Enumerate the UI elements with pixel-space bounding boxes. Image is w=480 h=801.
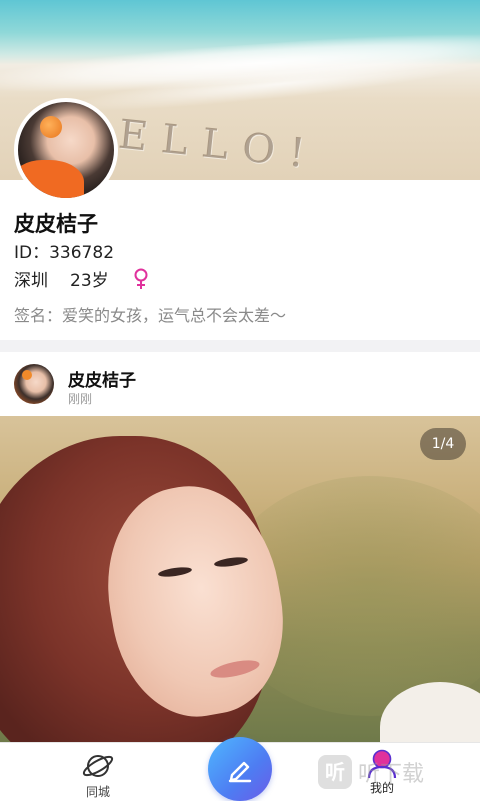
post-header: 皮皮桔子 刚刚	[0, 352, 480, 414]
profile-name: 皮皮桔子	[14, 212, 98, 236]
planet-icon	[70, 751, 126, 781]
watermark-text: 听下载	[358, 762, 425, 787]
watermark: 听 听下载	[318, 752, 424, 792]
profile-card: 皮皮桔子 ID：336782 深圳 23岁 签名：爱笑的女孩，运气总不会太差～	[0, 180, 480, 340]
watermark-logo-icon: 听	[318, 755, 352, 789]
female-icon	[131, 268, 151, 290]
profile-city: 深圳	[14, 271, 48, 291]
post-timestamp: 刚刚	[68, 392, 93, 406]
profile-id-label: ID：	[14, 243, 50, 263]
profile-avatar[interactable]	[14, 98, 118, 202]
avatar-shirt	[18, 160, 84, 198]
post-author-avatar[interactable]	[14, 364, 54, 404]
profile-signature: 签名：爱笑的女孩，运气总不会太差～	[14, 306, 287, 325]
profile-id-value: 336782	[49, 243, 115, 263]
tab-same-city-label: 同城	[85, 785, 110, 799]
photo-page-counter: 1/4	[420, 428, 466, 460]
tab-same-city[interactable]: 同城	[70, 747, 126, 799]
create-post-button[interactable]	[208, 737, 272, 801]
cover-sand-writing: ELLO!	[116, 111, 322, 179]
profile-age: 23岁	[70, 271, 109, 291]
post-card[interactable]: 皮皮桔子 刚刚 1/4	[0, 352, 480, 742]
post-author-name[interactable]: 皮皮桔子	[68, 366, 136, 391]
profile-id: ID：336782	[14, 238, 114, 263]
avatar-orange	[22, 370, 32, 380]
avatar-orange	[40, 116, 62, 138]
profile-location-row: 深圳 23岁	[14, 266, 151, 291]
post-photo[interactable]	[0, 416, 480, 742]
